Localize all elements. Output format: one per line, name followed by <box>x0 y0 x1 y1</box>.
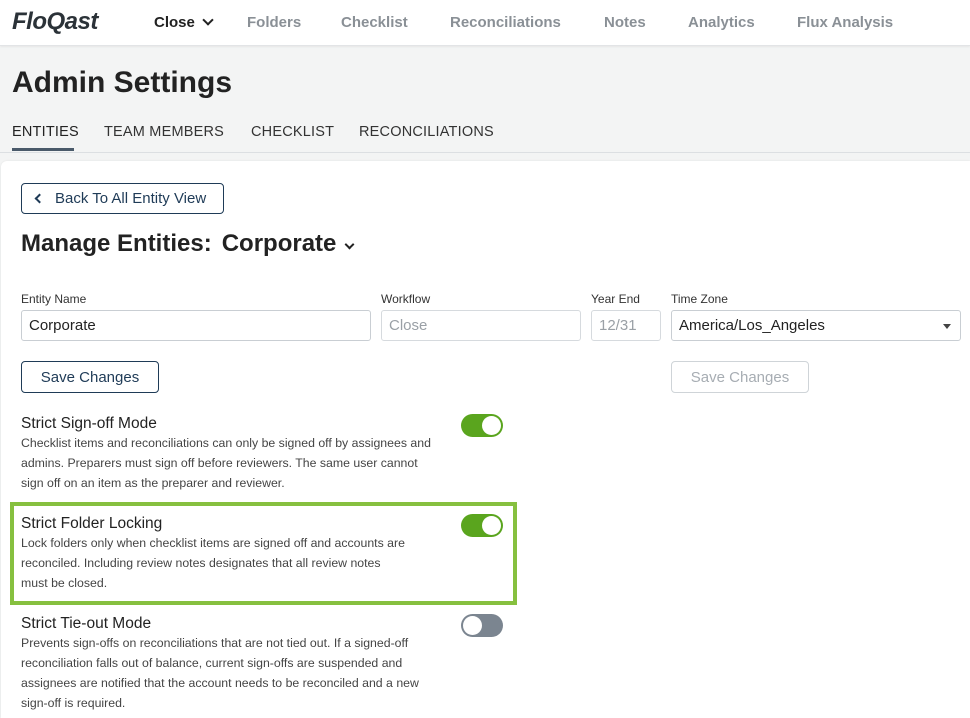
chevron-left-icon <box>34 193 45 204</box>
year-end-label: Year End <box>591 292 640 306</box>
year-end-input: 12/31 <box>591 310 661 341</box>
entity-name-input[interactable]: Corporate <box>21 310 371 341</box>
nav-folders[interactable]: Folders <box>247 14 301 31</box>
toggle-knob <box>482 416 501 435</box>
entity-selector[interactable]: Corporate <box>221 230 355 258</box>
nav-notes[interactable]: Notes <box>604 14 646 31</box>
back-to-entity-view-button[interactable]: Back To All Entity View <box>21 183 224 214</box>
description-line: sign-off is required. <box>21 696 126 710</box>
time-zone-value: America/Los_Angeles <box>679 317 825 334</box>
workflow-label: Workflow <box>381 292 431 306</box>
tab-team-members[interactable]: TEAM MEMBERS <box>104 124 224 140</box>
time-zone-label: Time Zone <box>671 292 728 306</box>
active-tab-indicator <box>12 148 74 151</box>
top-nav: FloQast Close Folders Checklist Reconcil… <box>0 0 970 46</box>
time-zone-select[interactable]: America/Los_Angeles <box>671 310 961 341</box>
strict-sign-off-title: Strict Sign-off Mode <box>21 415 157 432</box>
strict-folder-locking-toggle[interactable] <box>461 514 503 537</box>
nav-flux-analysis[interactable]: Flux Analysis <box>797 14 893 31</box>
nav-analytics[interactable]: Analytics <box>688 14 755 31</box>
strict-sign-off-description: Checklist items and reconciliations can … <box>21 433 446 493</box>
nav-close[interactable]: Close <box>154 14 214 31</box>
strict-sign-off-toggle[interactable] <box>461 414 503 437</box>
description-line: reconciliation falls out of balance, cur… <box>21 656 403 670</box>
description-line: reconciled. Including review notes desig… <box>21 556 381 570</box>
description-line: Checklist items and reconciliations can … <box>21 436 431 450</box>
description-line: assignees are notified that the account … <box>21 676 419 690</box>
description-line: admins. Preparers must sign off before r… <box>21 456 418 470</box>
entity-selector-value: Corporate <box>221 230 337 257</box>
nav-reconciliations[interactable]: Reconciliations <box>450 14 561 31</box>
description-line: sign off on an item as the preparer and … <box>21 476 285 490</box>
nav-close-label: Close <box>154 14 195 31</box>
tabs-divider <box>0 152 970 153</box>
chevron-down-icon <box>202 14 214 26</box>
toggle-knob <box>463 616 482 635</box>
save-changes-button-disabled: Save Changes <box>671 361 809 393</box>
workflow-input: Close <box>381 310 581 341</box>
manage-entities-label: Manage Entities: <box>21 230 212 257</box>
strict-folder-locking-title: Strict Folder Locking <box>21 515 163 532</box>
nav-checklist[interactable]: Checklist <box>341 14 408 31</box>
page-title: Admin Settings <box>12 66 233 99</box>
strict-tie-out-toggle[interactable] <box>461 614 503 637</box>
description-line: must be closed. <box>21 576 108 590</box>
description-line: Lock folders only when checklist items a… <box>21 536 405 550</box>
manage-entities-heading: Manage Entities: Corporate <box>21 230 355 258</box>
dropdown-caret-icon <box>943 324 951 329</box>
tab-reconciliations[interactable]: RECONCILIATIONS <box>359 124 494 140</box>
strict-tie-out-title: Strict Tie-out Mode <box>21 615 152 632</box>
strict-tie-out-description: Prevents sign-offs on reconciliations th… <box>21 633 446 713</box>
floqast-logo[interactable]: FloQast <box>12 8 98 36</box>
back-button-label: Back To All Entity View <box>55 190 207 207</box>
chevron-down-icon <box>344 239 355 250</box>
save-changes-button[interactable]: Save Changes <box>21 361 159 393</box>
toggle-knob <box>482 516 501 535</box>
tab-entities[interactable]: ENTITIES <box>12 124 79 140</box>
entity-name-label: Entity Name <box>21 292 87 306</box>
strict-folder-locking-description: Lock folders only when checklist items a… <box>21 533 446 593</box>
tab-checklist[interactable]: CHECKLIST <box>251 124 334 140</box>
description-line: Prevents sign-offs on reconciliations th… <box>21 636 409 650</box>
